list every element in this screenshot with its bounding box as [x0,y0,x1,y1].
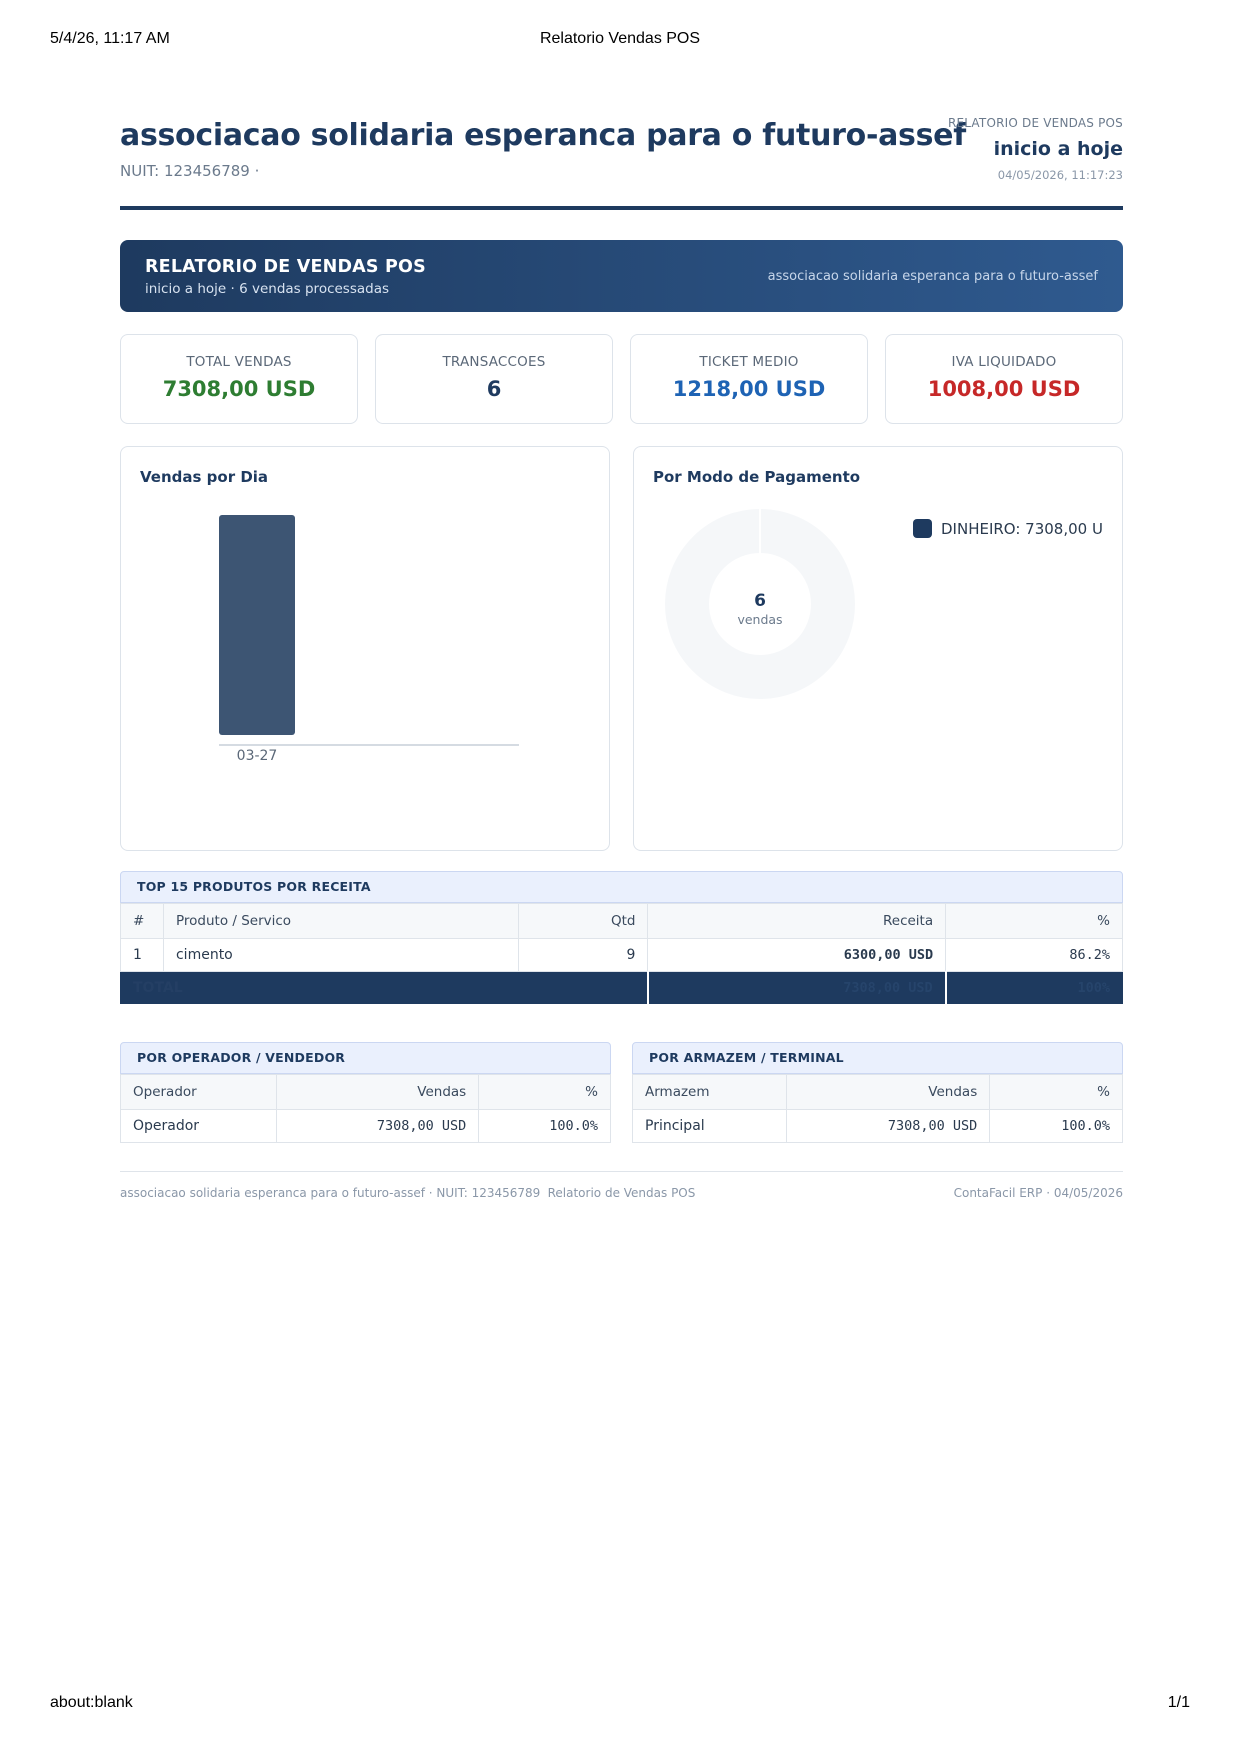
col-qty: Qtd [517,903,649,939]
cell-pct: 100.0% [478,1109,611,1143]
payment-mode-chart: 6vendas DINHEIRO: 7308,00 USD [665,509,1124,699]
top-products-table: # Produto / Servico Qtd Receita % 1 cime… [119,903,1123,1004]
by-warehouse-table: Armazem Vendas % Principal 7308,00 USD 1… [632,1074,1123,1143]
banner-company: associacao solidaria esperanca para o fu… [767,269,1098,284]
kpi-iva-liquidado: IVA LIQUIDADO 1008,00 USD [885,334,1123,424]
footer-generator: ContaFacil ERP · 04/05/2026 [953,1186,1123,1200]
table-row: 1 cimento 9 6300,00 USD 86.2% [120,938,1123,972]
print-url: about:blank [50,1694,133,1711]
col-pct: % [989,1074,1123,1110]
kpi-row: TOTAL VENDAS 7308,00 USD TRANSACCOES 6 T… [120,334,1123,424]
table-row: Operador 7308,00 USD 100.0% [120,1109,611,1143]
daily-sales-chart: 03-27 [219,515,519,764]
kpi-label: IVA LIQUIDADO [951,354,1057,370]
col-warehouse: Armazem [632,1074,787,1110]
report-period: inicio a hoje [993,138,1123,160]
cell-pct: 86.2% [945,938,1123,972]
print-page-title: Relatorio Vendas POS [539,30,701,47]
col-pct: % [478,1074,611,1110]
report-meta: RELATORIO DE VENDAS POS inicio a hoje 04… [948,116,1123,182]
report-banner: RELATORIO DE VENDAS POS inicio a hoje · … [120,240,1123,312]
kpi-value: 1008,00 USD [927,377,1081,401]
report-header: associacao solidaria esperanca para o fu… [120,110,1123,210]
col-rank: # [120,903,164,939]
kpi-ticket-medio: TICKET MEDIO 1218,00 USD [630,334,868,424]
report-label: RELATORIO DE VENDAS POS [947,116,1123,130]
chart-legend: DINHEIRO: 7308,00 USD [913,519,1124,538]
report-footer: associacao solidaria esperanca para o fu… [120,1171,1123,1211]
donut-center-value: 6 [754,591,766,611]
table-header-row: Operador Vendas % [120,1074,611,1110]
by-operator-title: POR OPERADOR / VENDEDOR [120,1042,611,1074]
kpi-value: 6 [486,377,502,401]
payment-mode-chart-title: Por Modo de Pagamento [653,468,861,486]
cell-sales: 7308,00 USD [275,1109,480,1143]
print-page-count: 1/1 [1167,1694,1190,1711]
legend-label: DINHEIRO: 7308,00 USD [941,520,1124,538]
by-operator-section: POR OPERADOR / VENDEDOR Operador Vendas … [120,1042,611,1143]
cell-qty: 9 [517,938,649,972]
kpi-total-vendas: TOTAL VENDAS 7308,00 USD [120,334,358,424]
cell-rank: 1 [120,938,164,972]
print-footer: about:blank 1/1 [50,1694,1190,1718]
by-operator-table: Operador Vendas % Operador 7308,00 USD 1… [120,1074,611,1143]
daily-sales-chart-card: 03-27 Vendas por Dia [120,446,610,851]
cell-operator: Operador [120,1109,277,1143]
report-page: associacao solidaria esperanca para o fu… [119,110,1123,1211]
col-operator: Operador [120,1074,277,1110]
by-warehouse-title: POR ARMAZEM / TERMINAL [632,1042,1123,1074]
cell-warehouse: Principal [632,1109,787,1143]
kpi-value: 1218,00 USD [672,377,826,401]
col-pct: % [945,903,1123,939]
table-header-row: # Produto / Servico Qtd Receita % [120,903,1123,939]
donut-center-label: vendas [737,612,782,627]
banner-subtitle: inicio a hoje · 6 vendas processadas [145,281,390,297]
x-tick-label: 03-27 [237,748,278,764]
cell-pct: 100.0% [989,1109,1123,1143]
total-label: TOTAL [119,971,649,1004]
table-row: Principal 7308,00 USD 100.0% [632,1109,1123,1143]
report-timestamp: 04/05/2026, 11:17:23 [997,168,1123,182]
banner-title: RELATORIO DE VENDAS POS [145,257,426,277]
company-name: associacao solidaria esperanca para o fu… [120,118,966,153]
cell-product: cimento [162,938,519,972]
cell-revenue: 6300,00 USD [647,938,947,972]
col-product: Produto / Servico [162,903,519,939]
daily-sales-chart-title: Vendas por Dia [140,468,269,486]
bar [219,515,295,735]
by-warehouse-section: POR ARMAZEM / TERMINAL Armazem Vendas % … [632,1042,1123,1143]
col-sales: Vendas [275,1074,480,1110]
total-revenue: 7308,00 USD [647,971,947,1004]
payment-mode-chart-card: 6 vendas DINHEIRO: 7308,00 USD Por Modo de… [633,446,1123,851]
cell-sales: 7308,00 USD [785,1109,991,1143]
kpi-value: 7308,00 USD [162,377,316,401]
charts-row: 03-27 Vendas por Dia 6 vendas DINHEIRO: 73… [120,446,1123,851]
kpi-transaccoes: TRANSACCOES 6 [375,334,613,424]
legend-swatch [913,519,932,538]
table-header-row: Armazem Vendas % [632,1074,1123,1110]
top-products-title: TOP 15 PRODUTOS POR RECEITA [120,871,1123,903]
table-total-row: TOTAL 7308,00 USD 100% [119,971,1123,1004]
col-revenue: Receita [647,903,947,939]
col-sales: Vendas [785,1074,991,1110]
kpi-label: TOTAL VENDAS [186,354,292,370]
kpi-label: TICKET MEDIO [699,354,799,370]
company-nuit: NUIT: 123456789 · [120,162,260,180]
breakdown-row: POR OPERADOR / VENDEDOR Operador Vendas … [120,1042,1123,1143]
kpi-label: TRANSACCOES [442,354,546,370]
print-header: 5/4/26, 11:17 AM Relatorio Vendas POS [50,30,1190,54]
total-pct: 100% [945,971,1123,1004]
top-products-section: TOP 15 PRODUTOS POR RECEITA # Produto / … [119,871,1123,1004]
